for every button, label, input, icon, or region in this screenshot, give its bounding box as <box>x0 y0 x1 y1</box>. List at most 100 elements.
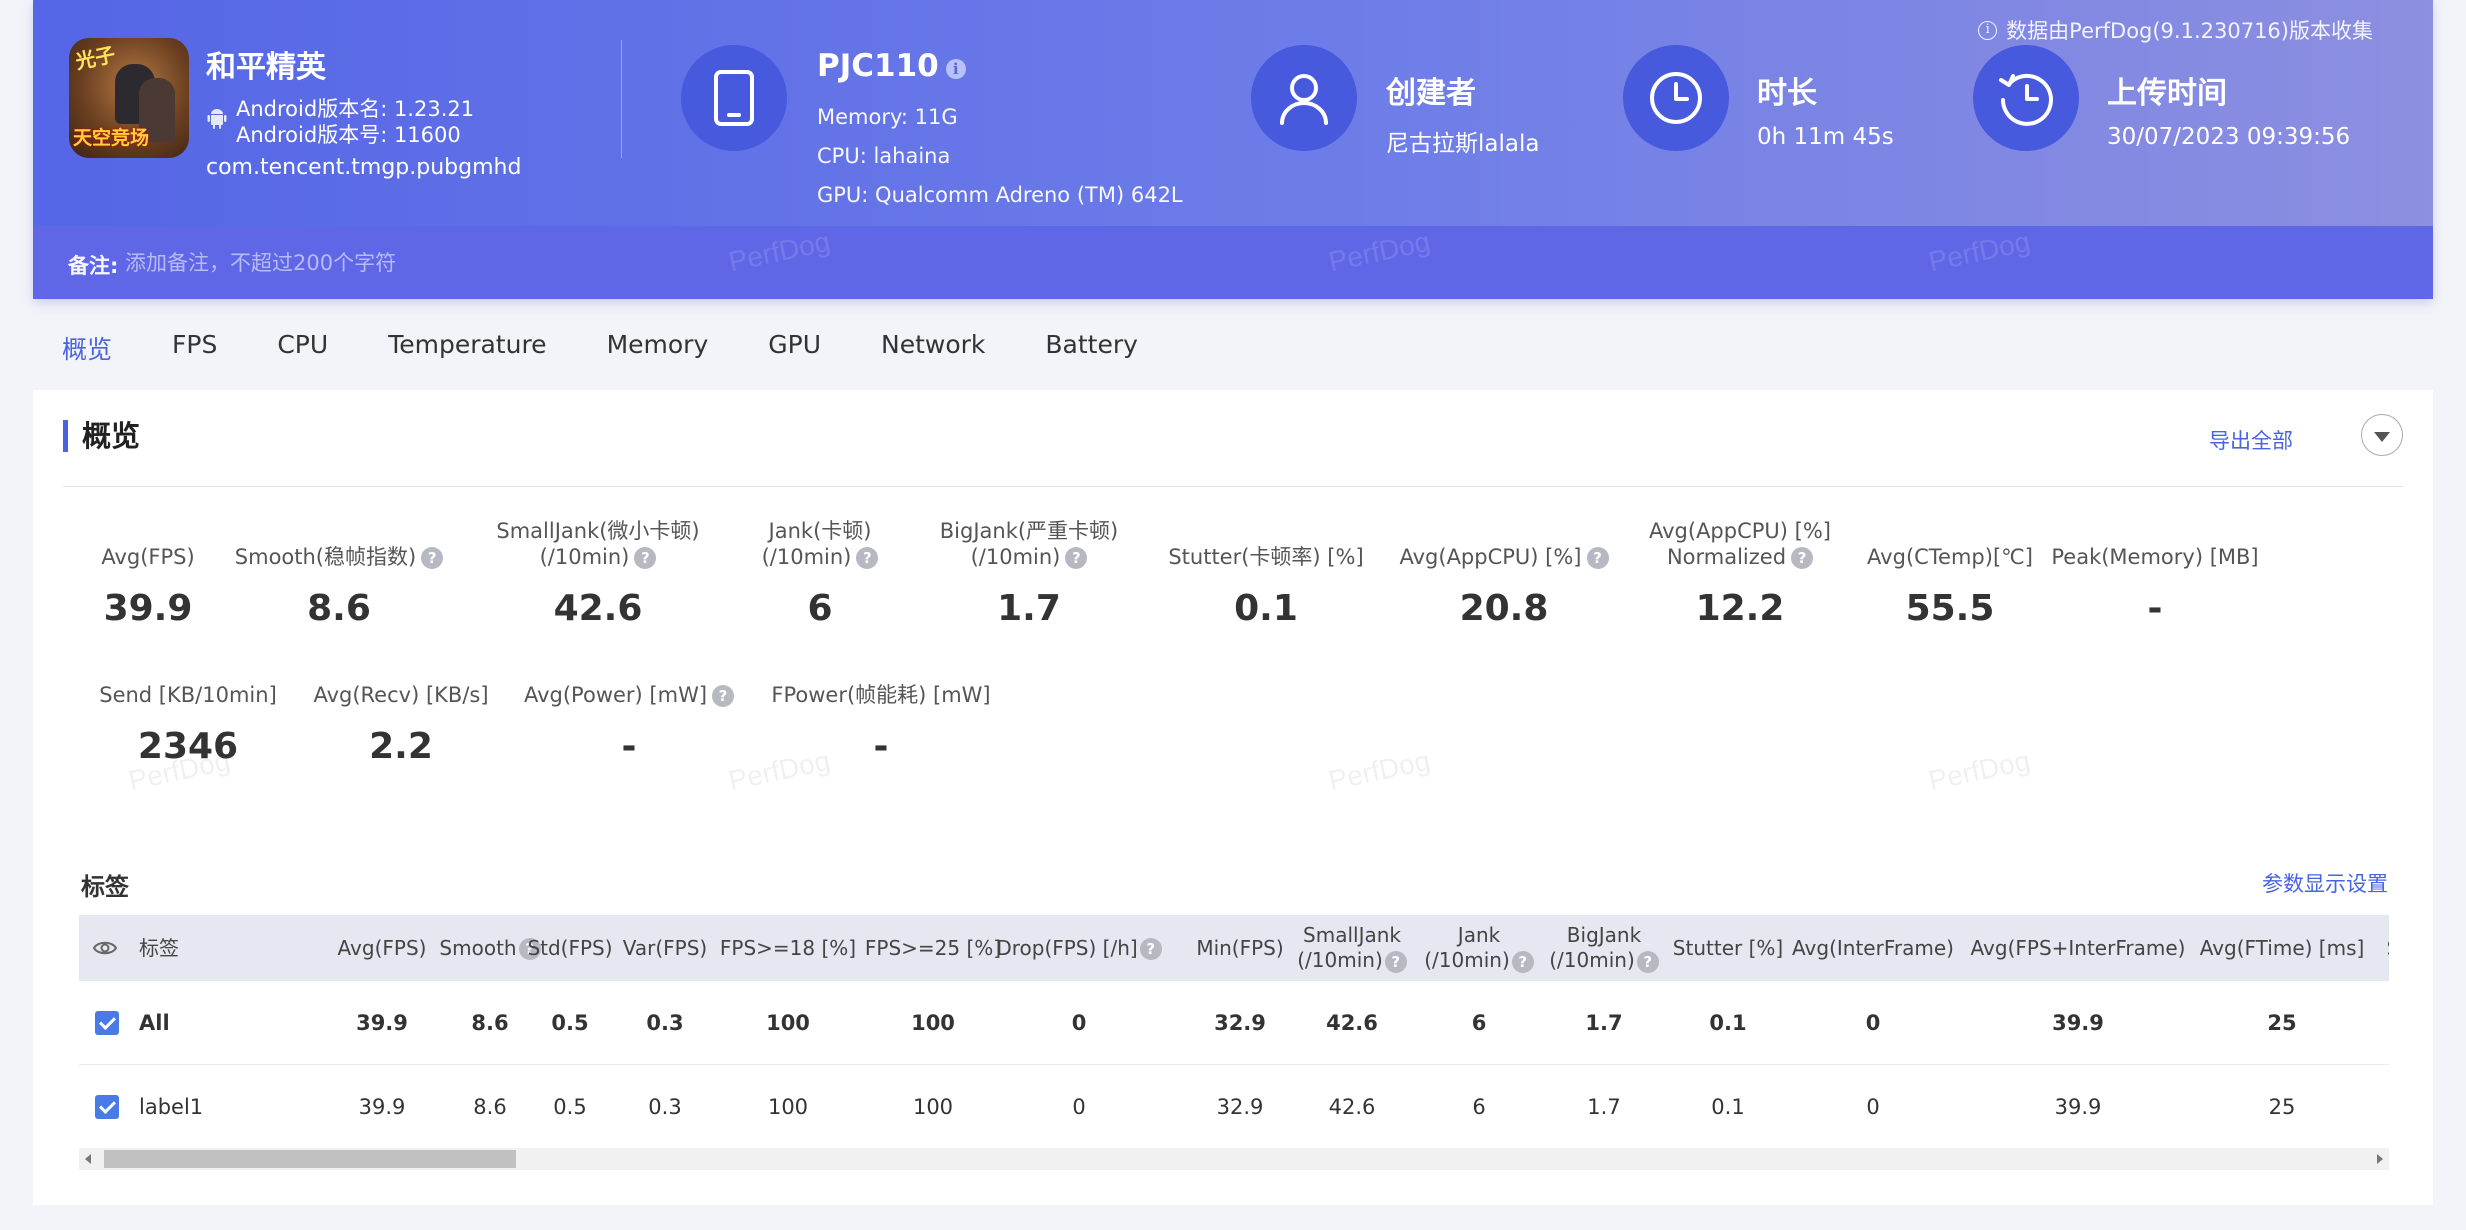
column-header[interactable]: Drop(FPS) [/h]? <box>996 915 1162 981</box>
row-label: label1 <box>139 1095 204 1119</box>
column-header-label: BigJank (/10min)? <box>1549 923 1659 973</box>
metric-label: BigJank(严重卡顿) (/10min)? <box>940 518 1118 570</box>
history-icon <box>1973 45 2079 151</box>
metric-label: Peak(Memory) [MB] <box>2051 518 2258 570</box>
tab-fps[interactable]: FPS <box>172 330 217 366</box>
table-cell: 100 <box>767 1095 809 1119</box>
table-cell: 0.1 <box>1709 1011 1747 1035</box>
column-header-text: Smooth? <box>439 936 541 961</box>
table-row[interactable]: label1 39.9 8.6 0.5 0.3 100 100 0 32.9 42.6 6 1.7 0.… <box>79 1065 2389 1145</box>
app-name: 和平精英 <box>206 50 326 85</box>
table-cell: 0.3 <box>646 1011 684 1035</box>
app-version-code: Android版本号: 11600 <box>236 123 461 147</box>
row-checkbox[interactable] <box>95 1095 119 1119</box>
table-cell: 6 <box>1472 1095 1486 1119</box>
column-header[interactable]: Smooth? <box>439 915 541 981</box>
param-display-settings-link[interactable]: 参数显示设置 <box>2262 868 2388 898</box>
tab-memory[interactable]: Memory <box>607 330 709 366</box>
header-divider <box>621 40 622 158</box>
duration-value: 0h 11m 45s <box>1757 124 1894 150</box>
column-header-text: Avg(InterFrame) <box>1792 935 1954 960</box>
column-header[interactable]: Avg(FPS) <box>334 915 430 981</box>
metric-label-text: FPower(帧能耗) [mW] <box>771 682 990 708</box>
tab-temperature[interactable]: Temperature <box>388 330 546 366</box>
tab-overview[interactable]: 概览 <box>62 330 112 366</box>
app-package: com.tencent.tmgp.pubgmhd <box>206 155 522 180</box>
help-icon[interactable]: ? <box>1636 950 1659 973</box>
tab-cpu[interactable]: CPU <box>277 330 328 366</box>
table-cell: 42.6 <box>1328 1095 1376 1119</box>
horizontal-scrollbar[interactable] <box>79 1148 2389 1170</box>
metric-label-text: Jank(卡顿) (/10min)? <box>762 518 879 570</box>
column-header[interactable]: Avg(InterFrame) <box>1792 915 1954 981</box>
table-cell: 39.9 <box>2052 1011 2104 1035</box>
column-header-label: 标签 <box>139 936 179 961</box>
section-title: 概览 <box>63 420 140 452</box>
column-header[interactable]: Std(FPS) <box>527 915 613 981</box>
device-info-icon[interactable]: i <box>945 59 966 79</box>
device-cpu: CPU: lahaina <box>817 144 951 168</box>
collect-note-text: 数据由PerfDog(9.1.230716)版本收集 <box>2006 19 2373 43</box>
help-icon[interactable]: ? <box>634 547 657 569</box>
column-header-text: SmallJank <box>1303 923 1401 947</box>
metric-label-line: Smooth(稳帧指数)? <box>235 544 444 570</box>
eye-icon[interactable] <box>93 939 117 957</box>
column-header-label: Stutter [%] <box>1673 936 1783 961</box>
column-header[interactable]: FPS>=18 [%] <box>720 915 856 981</box>
metric-value: - <box>2147 588 2163 629</box>
column-header[interactable]: Avg(FPS+InterFrame) <box>1961 915 2195 981</box>
column-header-text: (/10min)? <box>1424 948 1534 973</box>
help-icon[interactable]: ? <box>1511 950 1534 973</box>
column-header-label: Jank (/10min)? <box>1424 923 1534 973</box>
export-all-link[interactable]: 导出全部 <box>2209 425 2293 455</box>
column-header-text: Jank <box>1457 923 1501 947</box>
column-header-label: S <box>2387 936 2389 961</box>
column-header-text: Var(FPS) <box>622 935 708 960</box>
column-header[interactable]: Min(FPS) <box>1188 915 1292 981</box>
metric-label: Jank(卡顿) (/10min)? <box>762 518 879 570</box>
table-cell: 39.9 <box>356 1011 408 1035</box>
column-header[interactable]: Avg(FTime) [ms] <box>2197 915 2367 981</box>
metric-label-text: Smooth(稳帧指数)? <box>235 544 444 570</box>
column-header-text: Stutter [%] <box>1672 935 1784 960</box>
metric-label-line: Avg(AppCPU) [%]? <box>1399 544 1609 570</box>
scrollbar-thumb[interactable] <box>104 1150 516 1168</box>
help-icon[interactable]: ? <box>1065 547 1088 569</box>
app-icon-badge-top: 光子 <box>73 42 118 74</box>
collapse-button[interactable] <box>2361 414 2403 456</box>
column-header[interactable]: Var(FPS) <box>620 915 710 981</box>
row-checkbox[interactable] <box>95 1011 119 1035</box>
report-header: 光子 天空竞场 和平精英 Android版本名: 1.23.21 Android… <box>33 0 2433 299</box>
overview-card: 概览 导出全部 PerfDog PerfDog PerfDog PerfDog … <box>33 390 2433 1205</box>
help-icon[interactable]: ? <box>1139 938 1162 960</box>
row-label: All <box>139 1011 170 1035</box>
tab-battery[interactable]: Battery <box>1045 330 1138 366</box>
column-header[interactable]: FPS>=25 [%] <box>865 915 1001 981</box>
metric-label-line: Peak(Memory) [MB] <box>2051 545 2259 569</box>
metric-label: Avg(AppCPU) [%]? <box>1399 518 1609 570</box>
column-header[interactable]: S <box>2373 915 2389 981</box>
scroll-left-arrow[interactable] <box>85 1154 91 1164</box>
column-header[interactable]: Stutter [%] <box>1667 915 1789 981</box>
column-header[interactable]: Jank (/10min)? <box>1424 915 1534 981</box>
tab-gpu[interactable]: GPU <box>768 330 821 366</box>
remark-label: 备注: <box>68 254 119 278</box>
tab-network[interactable]: Network <box>881 330 985 366</box>
column-header-label: Avg(FTime) [ms] <box>2200 936 2365 961</box>
metric: FPower(帧能耗) [mW] - <box>721 656 1041 767</box>
column-header[interactable]: BigJank (/10min)? <box>1547 915 1661 981</box>
upload-time-label: 上传时间 <box>2107 76 2227 111</box>
clock-icon <box>1623 45 1729 151</box>
table-cell: 25 <box>2267 1011 2297 1035</box>
table-row[interactable]: All 39.9 8.6 0.5 0.3 100 100 0 32.9 42.6 6 1.7 0.1 0 3… <box>79 981 2389 1065</box>
column-header-label: Drop(FPS) [/h]? <box>996 936 1162 961</box>
column-header-text: Std(FPS) <box>527 935 613 960</box>
table-cell: 100 <box>766 1011 810 1035</box>
section-divider <box>63 486 2403 487</box>
column-header-label: Var(FPS) <box>623 936 707 961</box>
remark-input[interactable] <box>125 248 725 278</box>
help-icon[interactable]: ? <box>1384 950 1407 973</box>
column-header[interactable]: 标签 <box>139 915 299 981</box>
scroll-right-arrow[interactable] <box>2377 1154 2383 1164</box>
column-header[interactable]: SmallJank (/10min)? <box>1297 915 1407 981</box>
